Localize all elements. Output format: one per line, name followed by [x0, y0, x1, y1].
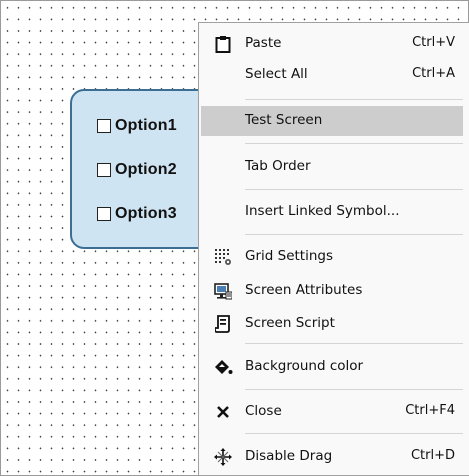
menu-item-label: Paste — [245, 35, 282, 51]
menu-item-label: Screen Attributes — [245, 282, 363, 298]
menu-item-select-all[interactable]: Select All Ctrl+A — [199, 60, 467, 90]
menu-item-tab-order[interactable]: Tab Order — [199, 152, 467, 182]
checkbox-box[interactable] — [97, 163, 111, 177]
menu-item-close[interactable]: Close Ctrl+F4 — [199, 397, 467, 427]
menu-item-label: Insert Linked Symbol... — [245, 203, 400, 219]
menu-separator — [245, 343, 463, 344]
menu-item-label: Test Screen — [245, 112, 323, 128]
checkbox-label: Option1 — [115, 117, 177, 134]
menu-item-test-screen[interactable]: Test Screen — [201, 106, 463, 136]
clipboard-icon — [213, 34, 233, 54]
menu-item-screen-script[interactable]: Screen Script — [199, 309, 467, 339]
menu-item-label: Close — [245, 403, 282, 419]
checkbox-label: Option3 — [115, 205, 177, 222]
menu-item-paste[interactable]: Paste Ctrl+V — [199, 29, 467, 59]
menu-item-insert-linked-symbol[interactable]: Insert Linked Symbol... — [199, 197, 467, 227]
menu-separator — [245, 143, 463, 144]
grid-settings-icon — [213, 247, 233, 267]
menu-item-background-color[interactable]: Background color — [199, 352, 467, 382]
checkbox-option3[interactable]: Option3 — [97, 202, 177, 226]
menu-item-label: Select All — [245, 66, 308, 82]
menu-item-disable-drag[interactable]: Disable Drag Ctrl+D — [199, 442, 467, 472]
menu-separator — [245, 189, 463, 190]
menu-item-grid-settings[interactable]: Grid Settings — [199, 242, 467, 272]
checkbox-option1[interactable]: Option1 — [97, 114, 177, 138]
move-icon — [213, 447, 233, 467]
checkbox-box[interactable] — [97, 207, 111, 221]
checkbox-box[interactable] — [97, 119, 111, 133]
menu-item-screen-attributes[interactable]: Screen Attributes — [199, 276, 467, 306]
checkbox-label: Option2 — [115, 161, 177, 178]
menu-item-shortcut: Ctrl+F4 — [405, 403, 455, 418]
menu-separator — [245, 99, 463, 100]
screen-attributes-icon — [213, 281, 233, 301]
menu-item-label: Grid Settings — [245, 248, 333, 264]
checkbox-option2[interactable]: Option2 — [97, 158, 177, 182]
menu-item-shortcut: Ctrl+D — [410, 448, 455, 463]
menu-item-shortcut: Ctrl+A — [412, 66, 455, 81]
script-icon — [213, 314, 233, 334]
menu-separator — [245, 234, 463, 235]
close-icon — [213, 402, 233, 422]
menu-item-label: Tab Order — [245, 158, 311, 174]
menu-item-label: Screen Script — [245, 315, 335, 331]
menu-item-label: Disable Drag — [245, 448, 333, 464]
paint-bucket-icon — [213, 357, 233, 377]
menu-item-label: Background color — [245, 358, 364, 374]
context-menu: Paste Ctrl+V Select All Ctrl+A Test Scre… — [198, 22, 469, 476]
menu-separator — [245, 433, 463, 434]
menu-separator — [245, 389, 463, 390]
menu-item-shortcut: Ctrl+V — [412, 35, 455, 50]
